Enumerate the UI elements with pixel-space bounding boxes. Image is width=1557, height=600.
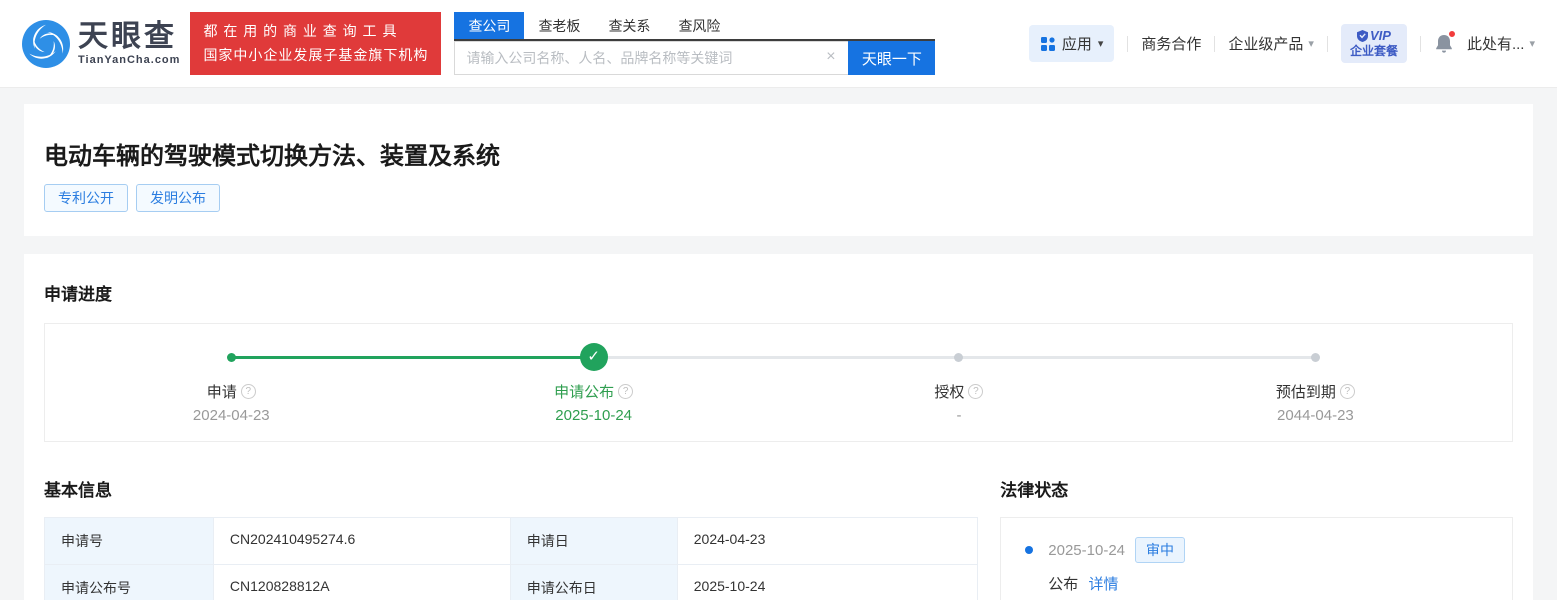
patent-detail-card: 申请进度 申请 ? 2024-04-23 ✓ 申请公布 ? 2025-10-24 (24, 254, 1533, 600)
basic-info-title: 基本信息 (44, 476, 978, 501)
help-icon[interactable]: ? (618, 384, 633, 399)
table-label: 申请公布日 (511, 565, 678, 600)
basic-info-section: 基本信息 申请号 CN202410495274.6 申请日 2024-04-23… (44, 476, 978, 600)
business-label: 商务合作 (1141, 33, 1201, 54)
timeline-step-publication: ✓ 申请公布 ? 2025-10-24 (484, 324, 704, 424)
bullet-icon (1025, 546, 1033, 554)
username-truncated: 此处有... (1467, 33, 1525, 54)
step-dot (1311, 353, 1320, 362)
patent-tags: 专利公开 发明公布 (44, 184, 1513, 212)
search-input[interactable] (454, 41, 848, 75)
enterprise-label: 企业级产品 (1228, 33, 1303, 54)
banner-line1: 都 在 用 的 商 业 查 询 工 具 (203, 20, 428, 43)
legal-action: 公布 (1048, 576, 1078, 593)
legal-status-card: 2025-10-24 审中 公布 详情 (1000, 517, 1513, 600)
basic-info-table: 申请号 CN202410495274.6 申请日 2024-04-23 申请公布… (44, 517, 978, 600)
user-menu[interactable]: 此处有... ▾ (1467, 33, 1535, 54)
step-label: 申请公布 (554, 381, 614, 402)
tab-boss[interactable]: 查老板 (524, 12, 594, 39)
nav-business-cooperation[interactable]: 商务合作 (1141, 33, 1201, 54)
search-button[interactable]: 天眼一下 (848, 41, 935, 75)
step-date: 2024-04-23 (121, 407, 341, 424)
page-title: 电动车辆的驾驶模式切换方法、装置及系统 (44, 136, 1513, 171)
search-tabs: 查公司 查老板 查关系 查风险 (454, 12, 935, 41)
table-value: 2025-10-24 (678, 565, 979, 600)
step-date: 2044-04-23 (1205, 407, 1425, 424)
step-label: 授权 (934, 381, 964, 402)
legal-status-date: 2025-10-24 (1048, 542, 1125, 559)
nav-enterprise-products[interactable]: 企业级产品 ▾ (1228, 33, 1314, 54)
divider (1420, 36, 1421, 52)
help-icon[interactable]: ? (241, 384, 256, 399)
vip-sub-label: 企业套餐 (1350, 44, 1398, 59)
banner-line2: 国家中小企业发展子基金旗下机构 (203, 44, 428, 67)
step-label: 预估到期 (1276, 381, 1336, 402)
step-dot (227, 353, 236, 362)
apps-menu[interactable]: 应用 ▾ (1029, 25, 1115, 62)
table-label: 申请日 (511, 518, 678, 565)
step-dot (954, 353, 963, 362)
tab-company[interactable]: 查公司 (454, 12, 524, 39)
legal-status-section: 法律状态 2025-10-24 审中 公布 详情 (1000, 476, 1513, 600)
timeline-step-estimated-expiry: 预估到期 ? 2044-04-23 (1205, 324, 1425, 424)
chevron-down-icon: ▾ (1098, 37, 1104, 50)
divider (1214, 36, 1215, 52)
table-value: CN120828812A (214, 565, 511, 600)
progress-section-title: 申请进度 (44, 280, 1513, 305)
top-header: 天眼查 TianYanCha.com 都 在 用 的 商 业 查 询 工 具 国… (0, 0, 1557, 88)
apps-grid-icon (1040, 36, 1056, 52)
apps-label: 应用 (1062, 33, 1092, 54)
detail-link[interactable]: 详情 (1088, 576, 1118, 593)
tag-patent-publication: 专利公开 (44, 184, 128, 212)
timeline-step-authorization: 授权 ? - (849, 324, 1069, 424)
vip-package-button[interactable]: VIP 企业套餐 (1341, 24, 1407, 63)
swirl-eye-icon (22, 20, 70, 68)
table-label: 申请号 (45, 518, 214, 565)
check-circle-icon: ✓ (580, 343, 608, 371)
tab-risk[interactable]: 查风险 (664, 12, 734, 39)
step-date: - (849, 407, 1069, 424)
step-date: 2025-10-24 (484, 407, 704, 424)
chevron-down-icon: ▾ (1529, 37, 1535, 50)
divider (1127, 36, 1128, 52)
divider (1327, 36, 1328, 52)
help-icon[interactable]: ? (1340, 384, 1355, 399)
tag-invention-publication: 发明公布 (136, 184, 220, 212)
notification-bell[interactable] (1434, 33, 1454, 55)
help-icon[interactable]: ? (968, 384, 983, 399)
status-badge: 审中 (1135, 537, 1185, 563)
vip-shield-icon (1357, 30, 1368, 42)
brand-slogan-banner: 都 在 用 的 商 业 查 询 工 具 国家中小企业发展子基金旗下机构 (190, 12, 441, 74)
tianyancha-logo[interactable]: 天眼查 TianYanCha.com (22, 20, 180, 68)
header-nav: 应用 ▾ 商务合作 企业级产品 ▾ VIP 企业套餐 (1029, 24, 1535, 63)
search-module: 查公司 查老板 查关系 查风险 × 天眼一下 (454, 12, 935, 75)
table-value: CN202410495274.6 (214, 518, 511, 565)
logo-domain: TianYanCha.com (78, 54, 180, 66)
clear-icon[interactable]: × (822, 49, 839, 66)
page-main: 电动车辆的驾驶模式切换方法、装置及系统 专利公开 发明公布 申请进度 申请 ? … (0, 88, 1557, 600)
vip-label: VIP (1370, 28, 1391, 44)
logo-name: 天眼查 (78, 22, 180, 52)
legal-status-title: 法律状态 (1000, 476, 1513, 501)
application-progress-timeline: 申请 ? 2024-04-23 ✓ 申请公布 ? 2025-10-24 授权 ? (44, 323, 1513, 442)
table-label: 申请公布号 (45, 565, 214, 600)
tab-relation[interactable]: 查关系 (594, 12, 664, 39)
patent-title-card: 电动车辆的驾驶模式切换方法、装置及系统 专利公开 发明公布 (24, 104, 1533, 236)
table-value: 2024-04-23 (678, 518, 979, 565)
chevron-down-icon: ▾ (1308, 37, 1314, 50)
notification-dot (1448, 30, 1456, 38)
timeline-step-application: 申请 ? 2024-04-23 (121, 324, 341, 424)
step-label: 申请 (207, 381, 237, 402)
